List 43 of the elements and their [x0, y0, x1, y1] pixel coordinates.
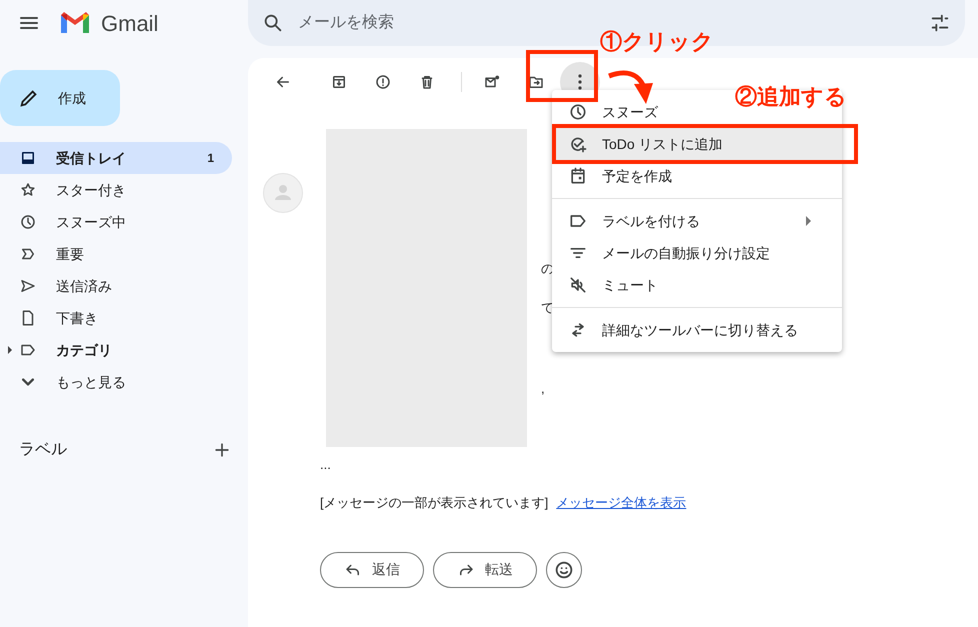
chevron-down-icon [22, 378, 34, 386]
body-text: て [541, 299, 554, 317]
sidebar-item[interactable]: スター付き [0, 174, 232, 206]
highlight-frame [526, 50, 598, 102]
body-text: , [541, 380, 545, 398]
clock-icon [568, 102, 588, 122]
sidebar-item[interactable]: スヌーズ中 [0, 206, 232, 238]
filter-options-icon[interactable] [929, 12, 951, 34]
sidebar-item[interactable]: カテゴリ [0, 334, 232, 366]
sidebar-item[interactable]: 下書き [0, 302, 232, 334]
menu-item[interactable]: メールの自動振り分け設定 [552, 237, 842, 269]
annotation-label: ②追加する [735, 83, 847, 111]
show-full-message-link[interactable]: メッセージ全体を表示 [556, 493, 686, 512]
clock-icon [19, 213, 37, 231]
notice-text: [メッセージの一部が表示されています] [320, 494, 548, 512]
inbox-icon [19, 149, 37, 167]
menu-item[interactable]: ミュート [552, 269, 842, 301]
gmail-logo-icon[interactable] [59, 11, 91, 35]
avatar-icon [263, 173, 303, 213]
expand-caret-icon[interactable] [8, 346, 12, 354]
forward-button[interactable]: 転送 [433, 552, 537, 588]
menu-item[interactable]: 詳細なツールバーに切り替える [552, 314, 842, 346]
menu-item[interactable]: 予定を作成 [552, 160, 842, 192]
sidebar-item[interactable]: 重要 [0, 238, 232, 270]
more-vertical-icon [578, 74, 582, 90]
annotation-label: ①クリック [600, 28, 714, 56]
ellipsis-text: ... [320, 456, 331, 474]
app-name: Gmail [101, 10, 158, 38]
sidebar-item[interactable]: 送信済み [0, 270, 232, 302]
menu-item[interactable]: ラベルを付ける [552, 205, 842, 237]
send-icon [19, 277, 37, 295]
muted-icon [568, 275, 588, 295]
archive-icon [330, 73, 348, 91]
compose-button[interactable]: 作成 [0, 70, 120, 126]
sidebar-item[interactable]: もっと見る [0, 366, 232, 398]
submenu-caret-icon [806, 216, 812, 226]
sidebar-item[interactable]: 受信トレイ 1 [0, 142, 232, 174]
star-icon [19, 181, 37, 199]
emoji-button[interactable] [546, 552, 582, 588]
spam-icon [374, 73, 392, 91]
labels-heading: ラベル [19, 440, 67, 460]
reply-button[interactable]: 返信 [320, 552, 424, 588]
search-icon [262, 12, 284, 34]
